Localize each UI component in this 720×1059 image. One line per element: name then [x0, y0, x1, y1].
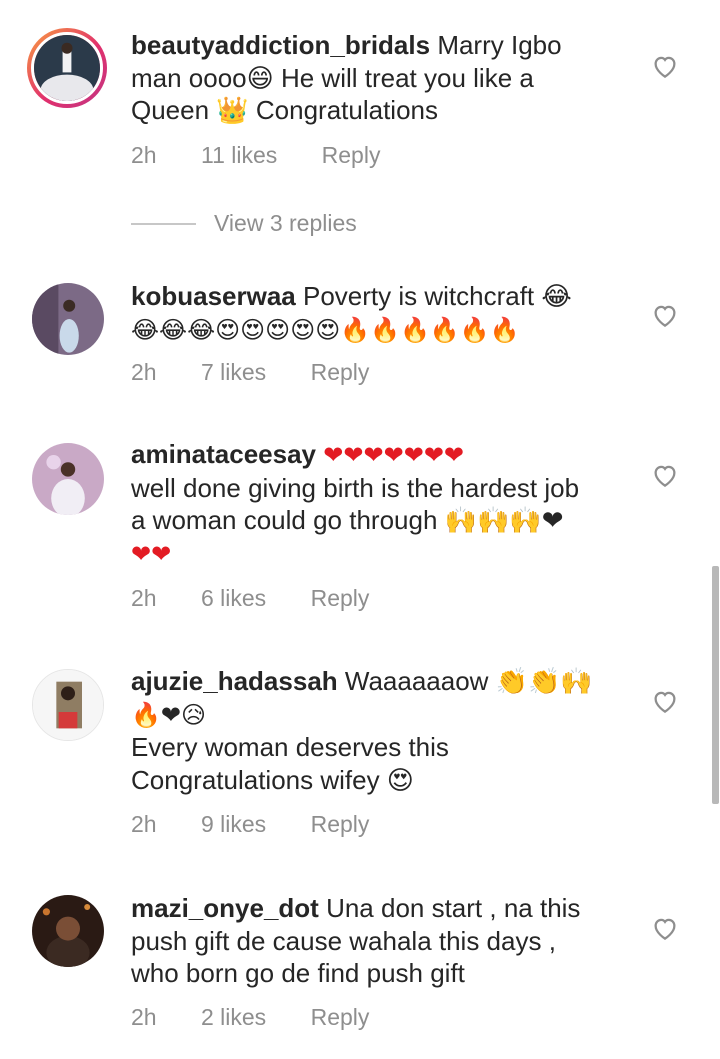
comment-line: well done giving birth is the hardest jo… [131, 472, 580, 503]
comment-time: 2h [131, 359, 157, 385]
comment-likes[interactable]: 2 likes [201, 1004, 266, 1031]
reply-button[interactable]: Reply [311, 359, 370, 386]
comment-line: a woman could go through 🙌🙌🙌❤ [131, 505, 564, 535]
like-heart-icon[interactable] [650, 913, 680, 943]
reply-button[interactable]: Reply [311, 1004, 370, 1031]
comment-username[interactable]: mazi_onye_dot [131, 893, 319, 923]
comment-likes[interactable]: 11 likes [201, 142, 277, 169]
comment-meta: 2h 9 likes Reply [131, 811, 369, 838]
like-heart-icon[interactable] [650, 51, 680, 81]
avatar[interactable] [32, 669, 104, 741]
reply-button[interactable]: Reply [322, 142, 381, 169]
comment-line: Queen 👑 Congratulations [131, 95, 438, 125]
comment-line: 😂😂😂😍😍😍😍😍🔥🔥🔥🔥🔥🔥 [131, 315, 520, 344]
comment-likes[interactable]: 7 likes [201, 359, 266, 386]
comment-time: 2h [131, 1004, 157, 1030]
comment-time: 2h [131, 585, 157, 611]
scrollbar[interactable] [712, 566, 719, 804]
comment-likes[interactable]: 6 likes [201, 585, 266, 612]
comment-username[interactable]: ajuzie_hadassah [131, 666, 338, 696]
comment-line: ❤❤ [131, 539, 172, 568]
reply-button[interactable]: Reply [311, 811, 370, 838]
like-heart-icon[interactable] [650, 686, 680, 716]
reply-button[interactable]: Reply [311, 585, 370, 612]
like-heart-icon[interactable] [650, 460, 680, 490]
comment-line: ❤❤❤❤❤❤❤ [323, 441, 465, 469]
comment-line: who born go de find push gift [131, 958, 465, 988]
comment-line: Una don start , na this [326, 893, 581, 923]
comment-meta: 2h 2 likes Reply [131, 1004, 369, 1031]
comment-time: 2h [131, 811, 157, 837]
comment-username[interactable]: aminataceesay [131, 439, 316, 469]
comment-username[interactable]: beautyaddiction_bridals [131, 30, 430, 60]
comment-time: 2h [131, 142, 157, 168]
comment-username[interactable]: kobuaserwaa [131, 281, 296, 311]
comment-line: Poverty is witchcraft 😂 [302, 281, 572, 311]
comment-line: 🔥❤😥 [131, 700, 207, 729]
avatar[interactable] [32, 895, 104, 967]
replies-divider [131, 223, 196, 225]
avatar[interactable] [27, 28, 107, 108]
comment-meta: 2h 11 likes Reply [131, 142, 380, 169]
avatar[interactable] [32, 283, 104, 355]
comment-meta: 2h 6 likes Reply [131, 585, 369, 612]
comment-line: Every woman deserves this [131, 732, 449, 762]
like-heart-icon[interactable] [650, 300, 680, 330]
comment-line: Congratulations wifey 😍 [131, 764, 414, 795]
comment-line: Marry Igbo [437, 30, 562, 60]
comment-line: push gift de cause wahala this days , [131, 925, 556, 956]
comment-likes[interactable]: 9 likes [201, 811, 266, 838]
comment-line: man oooo😄 He will treat you like a [131, 62, 534, 93]
avatar[interactable] [32, 443, 104, 515]
comment-meta: 2h 7 likes Reply [131, 359, 369, 386]
view-replies-button[interactable]: View 3 replies [214, 210, 357, 237]
comment-line: Waaaaaaow 👏👏🙌 [344, 666, 593, 696]
